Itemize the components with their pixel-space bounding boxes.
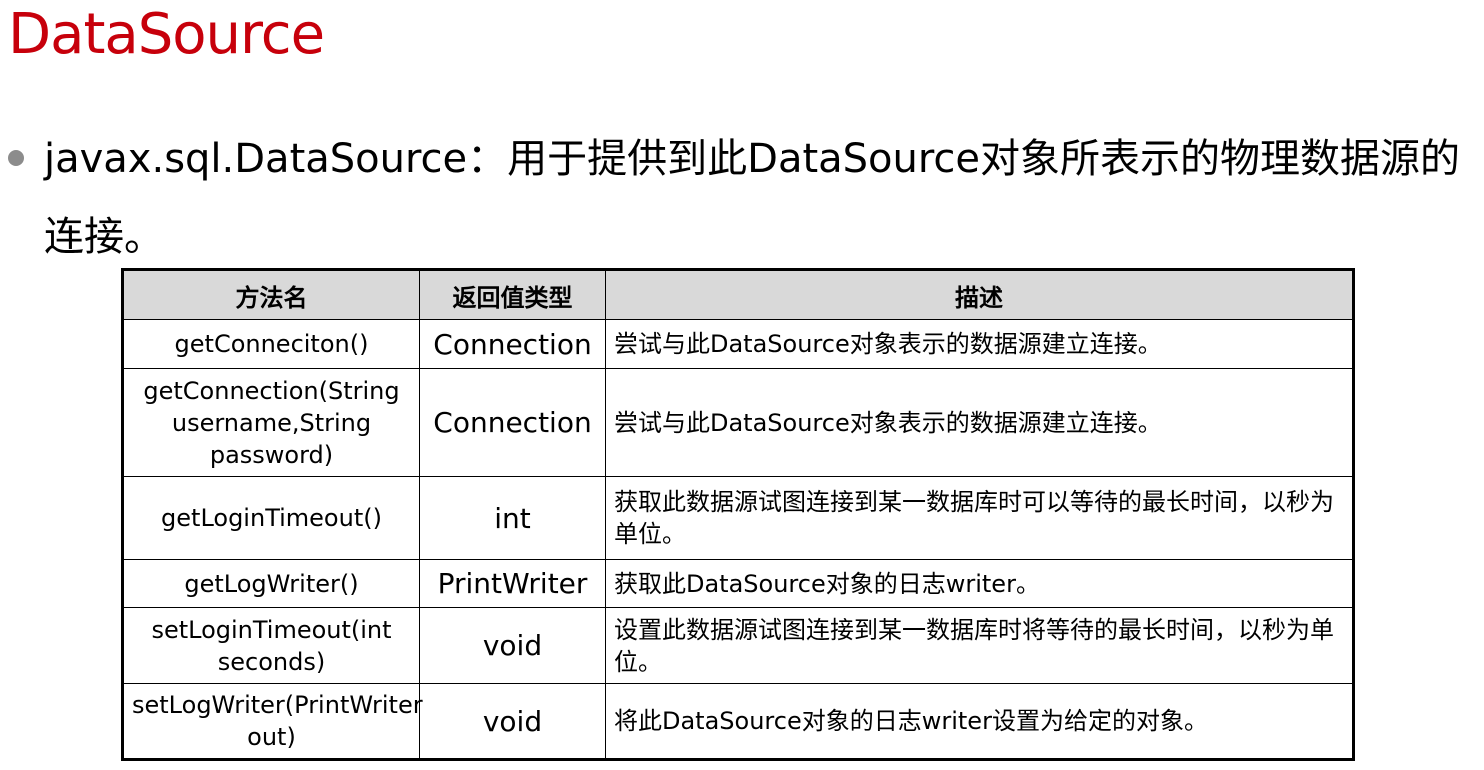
table-row: setLoginTimeout(int seconds) void 设置此数据源…: [122, 607, 1354, 684]
table-row: getLoginTimeout() int 获取此数据源试图连接到某一数据库时可…: [122, 476, 1354, 560]
method-name-cell: setLoginTimeout(int seconds): [122, 607, 420, 684]
table-header-row: 方法名 返回值类型 描述: [122, 269, 1354, 320]
description-cell: 将此DataSource对象的日志writer设置为给定的对象。: [605, 683, 1354, 760]
method-name-cell: getConneciton(): [122, 319, 420, 369]
description-cell: 获取此DataSource对象的日志writer。: [605, 559, 1354, 608]
return-type-cell: void: [419, 607, 606, 684]
description-cell: 获取此数据源试图连接到某一数据库时可以等待的最长时间，以秒为单位。: [605, 476, 1354, 560]
description-cell: 尝试与此DataSource对象表示的数据源建立连接。: [605, 368, 1354, 477]
return-type-cell: Connection: [419, 368, 606, 477]
page-title: DataSource: [8, 2, 325, 67]
return-type-cell: int: [419, 476, 606, 560]
bullet-text: javax.sql.DataSource：用于提供到此DataSource对象所…: [44, 136, 1461, 260]
table-row: getConnection(String username,String pas…: [122, 368, 1354, 477]
header-description: 描述: [605, 269, 1354, 320]
bullet-dot-icon: [8, 150, 24, 166]
header-return-type: 返回值类型: [419, 269, 606, 320]
return-type-cell: void: [419, 683, 606, 760]
method-name-cell: getConnection(String username,String pas…: [122, 368, 420, 477]
return-type-cell: Connection: [419, 319, 606, 369]
description-cell: 尝试与此DataSource对象表示的数据源建立连接。: [605, 319, 1354, 369]
method-name-cell: getLogWriter(): [122, 559, 420, 608]
return-type-cell: PrintWriter: [419, 559, 606, 608]
methods-table: 方法名 返回值类型 描述 getConneciton() Connection …: [121, 268, 1355, 761]
table-row: setLogWriter(PrintWriter out) void 将此Dat…: [122, 683, 1354, 760]
table-row: getConneciton() Connection 尝试与此DataSourc…: [122, 319, 1354, 369]
method-name-cell: getLoginTimeout(): [122, 476, 420, 560]
table-row: getLogWriter() PrintWriter 获取此DataSource…: [122, 559, 1354, 608]
method-name-cell: setLogWriter(PrintWriter out): [122, 683, 423, 760]
header-method-name: 方法名: [122, 269, 420, 320]
description-cell: 设置此数据源试图连接到某一数据库时将等待的最长时间，以秒为单位。: [605, 607, 1354, 684]
